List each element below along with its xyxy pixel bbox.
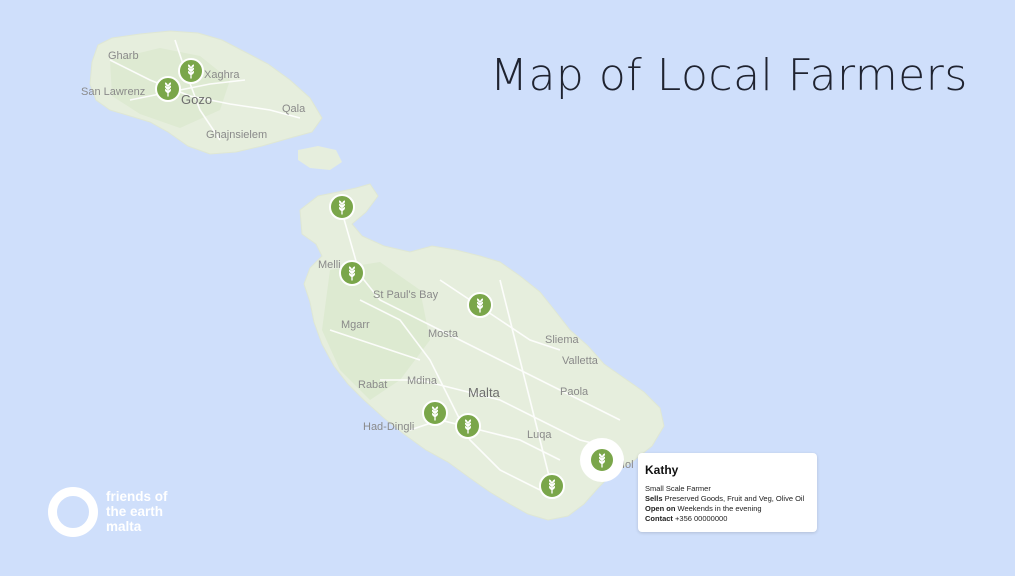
place-label-gozo: Gozo (181, 92, 212, 107)
place-label-paola: Paola (560, 386, 589, 398)
farmer-marker[interactable] (422, 400, 448, 426)
farmer-marker[interactable] (467, 292, 493, 318)
farmer-marker[interactable] (455, 413, 481, 439)
place-label-had-dingli: Had-Dingli (363, 421, 414, 433)
sells-value: Preserved Goods, Fruit and Veg, Olive Oi… (664, 494, 805, 503)
farmer-marker[interactable] (539, 473, 565, 499)
map-view[interactable]: Gharb Xaghra San Lawrenz Gozo Qala Ghajn… (0, 0, 1015, 576)
logo-ring-icon (48, 487, 98, 537)
place-label-valletta: Valletta (562, 355, 599, 367)
place-label-qala: Qala (282, 103, 306, 115)
contact-value[interactable]: +356 00000000 (675, 514, 727, 523)
open-value: Weekends in the evening (677, 504, 762, 513)
farmer-marker[interactable] (155, 76, 181, 102)
farmer-open-row: Open on Weekends in the evening (645, 504, 762, 513)
place-label-st-pauls-bay: St Paul's Bay (373, 289, 439, 301)
logo-line-1: friends of (106, 489, 168, 504)
place-label-sliema: Sliema (545, 334, 580, 346)
place-label-mgarr: Mgarr (341, 319, 370, 331)
farmer-marker[interactable] (339, 260, 365, 286)
place-label-mdina: Mdina (407, 375, 438, 387)
place-label-ghajnsielem: Ghajnsielem (206, 129, 267, 141)
place-label-malta: Malta (468, 385, 501, 400)
farmer-contact-row: Contact +356 00000000 (645, 514, 727, 523)
farmer-type: Small Scale Farmer (645, 484, 711, 493)
place-label-xaghra: Xaghra (204, 69, 240, 81)
friends-of-the-earth-logo: friends of the earth malta (48, 485, 208, 545)
place-label-mellieha: Melli (318, 259, 341, 271)
sells-label: Sells (645, 494, 663, 503)
place-label-gharb: Gharb (108, 50, 139, 62)
farmer-marker[interactable] (329, 194, 355, 220)
page-title: Map of Local Farmers (490, 50, 968, 101)
farmer-name: Kathy (645, 463, 679, 477)
comino-island (298, 146, 342, 170)
logo-text: friends of the earth malta (106, 489, 168, 534)
logo-line-3: malta (106, 519, 142, 534)
farmer-marker-selected[interactable] (589, 447, 615, 473)
place-label-san-lawrenz: San Lawrenz (81, 86, 145, 98)
logo-line-2: the earth (106, 504, 164, 519)
place-label-rabat: Rabat (358, 379, 387, 391)
contact-label: Contact (645, 514, 673, 523)
place-label-mosta: Mosta (428, 328, 459, 340)
farmer-info-popup[interactable]: Kathy Small Scale Farmer Sells Preserved… (638, 453, 817, 532)
place-label-luqa: Luqa (527, 429, 552, 441)
farmer-marker[interactable] (178, 58, 204, 84)
farmer-sells-row: Sells Preserved Goods, Fruit and Veg, Ol… (645, 494, 804, 503)
open-label: Open on (645, 504, 676, 513)
